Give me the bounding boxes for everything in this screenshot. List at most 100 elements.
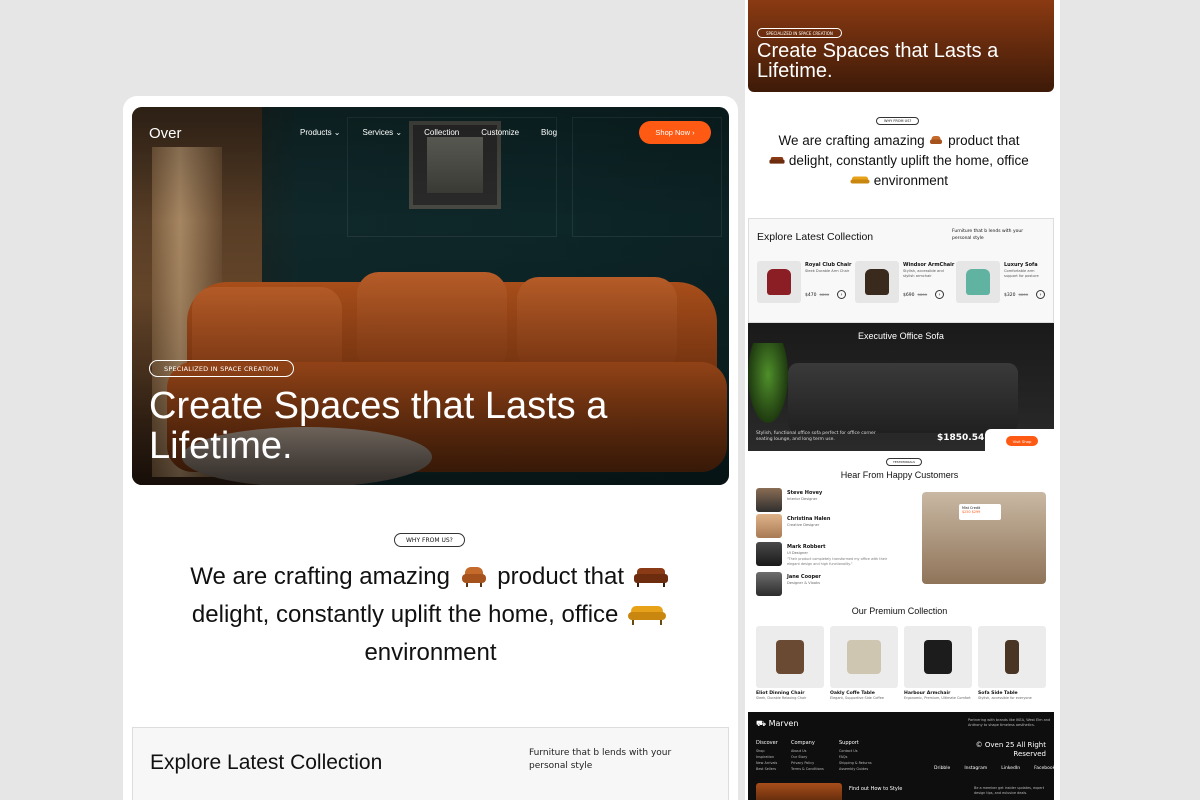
nav-item-collection[interactable]: Collection xyxy=(424,128,459,137)
armchair-icon xyxy=(930,136,943,144)
premium-desc: Ergonomic, Premium, Ultimate Comfort xyxy=(904,696,971,700)
footer-link[interactable]: Terms & Conditions xyxy=(791,767,824,771)
testimonial-item[interactable]: Jane Cooper Designer & Vlooks xyxy=(756,572,926,596)
footer-link[interactable]: Assembly Guides xyxy=(839,767,872,771)
product-name: Luxury Sofa xyxy=(1004,262,1038,268)
customer-name: Jane Cooper xyxy=(787,574,821,580)
testimonial-item[interactable]: Steve Hovey Interior Designer xyxy=(756,488,926,512)
living-room-image: Mist Credit $250 $299 xyxy=(922,492,1046,584)
footer-link[interactable]: Inspiration xyxy=(756,755,778,759)
explore-subtitle: Furniture that b lends with your persona… xyxy=(529,748,672,771)
premium-item[interactable]: Sofa Side Table Stylish, accessible for … xyxy=(978,626,1046,700)
footer-col-heading: Support xyxy=(839,740,859,746)
premium-desc: Stylish, accessible for everyone xyxy=(978,696,1032,700)
premium-image xyxy=(904,626,972,688)
arrow-right-icon[interactable]: › xyxy=(837,290,846,299)
avatar xyxy=(756,542,782,566)
premium-item[interactable]: Eliot Dinning Chair Sleek, Durable Relax… xyxy=(756,626,824,700)
hero-section: Over Products ⌄ Services ⌄ Collection Cu… xyxy=(132,107,729,485)
hero-headline: Create Spaces that Lasts a Lifetime. xyxy=(149,385,608,467)
footer-col-heading: Discover xyxy=(756,740,778,746)
couch-icon xyxy=(850,176,870,184)
why-text-part: delight, constantly uplift the home, off… xyxy=(191,601,619,628)
social-instagram[interactable]: Instagram xyxy=(964,766,987,771)
footer-link[interactable]: Contact Us xyxy=(839,749,872,753)
brand-logo[interactable]: Over xyxy=(149,125,182,142)
avatar xyxy=(756,572,782,596)
couch-icon xyxy=(628,606,667,625)
avatar xyxy=(756,514,782,538)
side-hero-headline: Create Spaces that Lasts a Lifetime. xyxy=(757,40,999,82)
room-product-tag: Mist Credit $250 $299 xyxy=(959,504,1001,520)
footer-link[interactable]: About Us xyxy=(791,749,824,753)
visit-shop-button[interactable]: Visit Shop xyxy=(1006,436,1038,446)
product-name: Windsor ArmChair xyxy=(903,262,955,268)
customer-role: UI Designer xyxy=(787,551,808,555)
side-table-image xyxy=(1005,640,1019,674)
why-text-part: environment xyxy=(364,639,497,666)
premium-item[interactable]: Harbour Armchair Ergonomic, Premium, Ult… xyxy=(904,626,972,700)
side-why-text-part: environment xyxy=(873,173,949,188)
nav-item-customize[interactable]: Customize xyxy=(481,128,519,137)
product-price: $690 $860 xyxy=(903,292,927,298)
price-current: $690 xyxy=(903,293,915,298)
nav-item-services[interactable]: Services ⌄ xyxy=(363,128,403,137)
product-card[interactable]: Royal Club Chair Sleek Durable Arm Chair… xyxy=(757,261,852,303)
explore-section: Explore Latest Collection Furniture that… xyxy=(132,727,729,800)
nav-item-blog[interactable]: Blog xyxy=(541,128,557,137)
social-linkedin[interactable]: LinkedIn xyxy=(1001,766,1020,771)
footer-col-support: Support Contact Us FAQs Shipping & Retur… xyxy=(839,740,872,771)
footer-link[interactable]: Our Story xyxy=(791,755,824,759)
footer-sofa-image xyxy=(756,783,842,800)
arrow-right-icon[interactable]: › xyxy=(1036,290,1045,299)
footer-col-discover: Discover Shop Inspiration New Arrivals B… xyxy=(756,740,778,771)
customer-role: Creative Designer xyxy=(787,523,820,527)
chair-image xyxy=(776,640,804,674)
product-price: $470 $860 xyxy=(805,292,829,298)
nav-item-products[interactable]: Products ⌄ xyxy=(300,128,341,137)
side-explore-section: Explore Latest Collection Furniture that… xyxy=(748,218,1054,323)
footer-link[interactable]: Best Sellers xyxy=(756,767,778,771)
side-why-pill: WHY FROM US? xyxy=(876,117,920,125)
product-price: $320 $860 xyxy=(1004,292,1028,298)
footer-find-out[interactable]: Find out How to Style xyxy=(849,786,902,792)
chair-image xyxy=(966,269,990,295)
why-pill: WHY FROM US? xyxy=(394,533,465,547)
why-text-part: We are crafting amazing xyxy=(190,563,450,590)
side-why-statement: We are crafting amazing product that del… xyxy=(769,131,1029,191)
product-desc: Sleek Durable Arm Chair xyxy=(805,269,850,273)
testimonials-pill: TESTIMONIALS xyxy=(886,458,923,466)
footer-link[interactable]: Privacy Policy xyxy=(791,761,824,765)
footer-brand[interactable]: ⛟ Marven xyxy=(756,719,798,729)
footer-link[interactable]: Shipping & Returns xyxy=(839,761,872,765)
executive-sofa-section: Executive Office Sofa Stylish, functiona… xyxy=(748,323,1054,451)
shop-now-button[interactable]: Shop Now › xyxy=(639,121,711,144)
price-current: $320 xyxy=(1004,293,1016,298)
executive-title: Executive Office Sofa xyxy=(858,331,944,341)
footer: ⛟ Marven Partnering with brands like IKE… xyxy=(748,712,1055,800)
explore-title: Explore Latest Collection xyxy=(150,751,383,774)
product-image xyxy=(956,261,1000,303)
customer-role: Designer & Vlooks xyxy=(787,581,820,585)
premium-item[interactable]: Oakly Coffe Table Elegant, Supportive Si… xyxy=(830,626,898,700)
side-hero: SPECIALIZED IN SPACE CREATION Create Spa… xyxy=(748,0,1054,92)
testimonial-item[interactable]: Mark Robbert UI Designer "Their product … xyxy=(756,542,926,566)
social-dribble[interactable]: Dribble xyxy=(934,766,950,771)
customer-name: Mark Robbert xyxy=(787,544,826,550)
footer-link[interactable]: Shop xyxy=(756,749,778,753)
testimonials-title: Hear From Happy Customers xyxy=(840,470,959,480)
product-card[interactable]: Windsor ArmChair Stylish, accessible and… xyxy=(855,261,954,303)
testimonial-item[interactable]: Christina Halen Creative Designer xyxy=(756,514,926,538)
arrow-right-icon[interactable]: › xyxy=(935,290,944,299)
footer-col-heading: Company xyxy=(791,740,815,746)
premium-title: Our Premium Collection xyxy=(851,606,948,616)
footer-link[interactable]: New Arrivals xyxy=(756,761,778,765)
customer-role: Interior Designer xyxy=(787,497,818,501)
customer-name: Christina Halen xyxy=(787,516,831,522)
footer-brand-desc: Partnering with brands like IKEA, West E… xyxy=(968,718,1051,727)
visit-shop-container: Visit Shop xyxy=(985,429,1054,451)
product-card[interactable]: Luxury Sofa Comfortable arm support for … xyxy=(956,261,1051,303)
side-hero-pill: SPECIALIZED IN SPACE CREATION xyxy=(757,28,842,38)
footer-link[interactable]: FAQs xyxy=(839,755,872,759)
social-facebook[interactable]: Facebook xyxy=(1034,766,1055,771)
